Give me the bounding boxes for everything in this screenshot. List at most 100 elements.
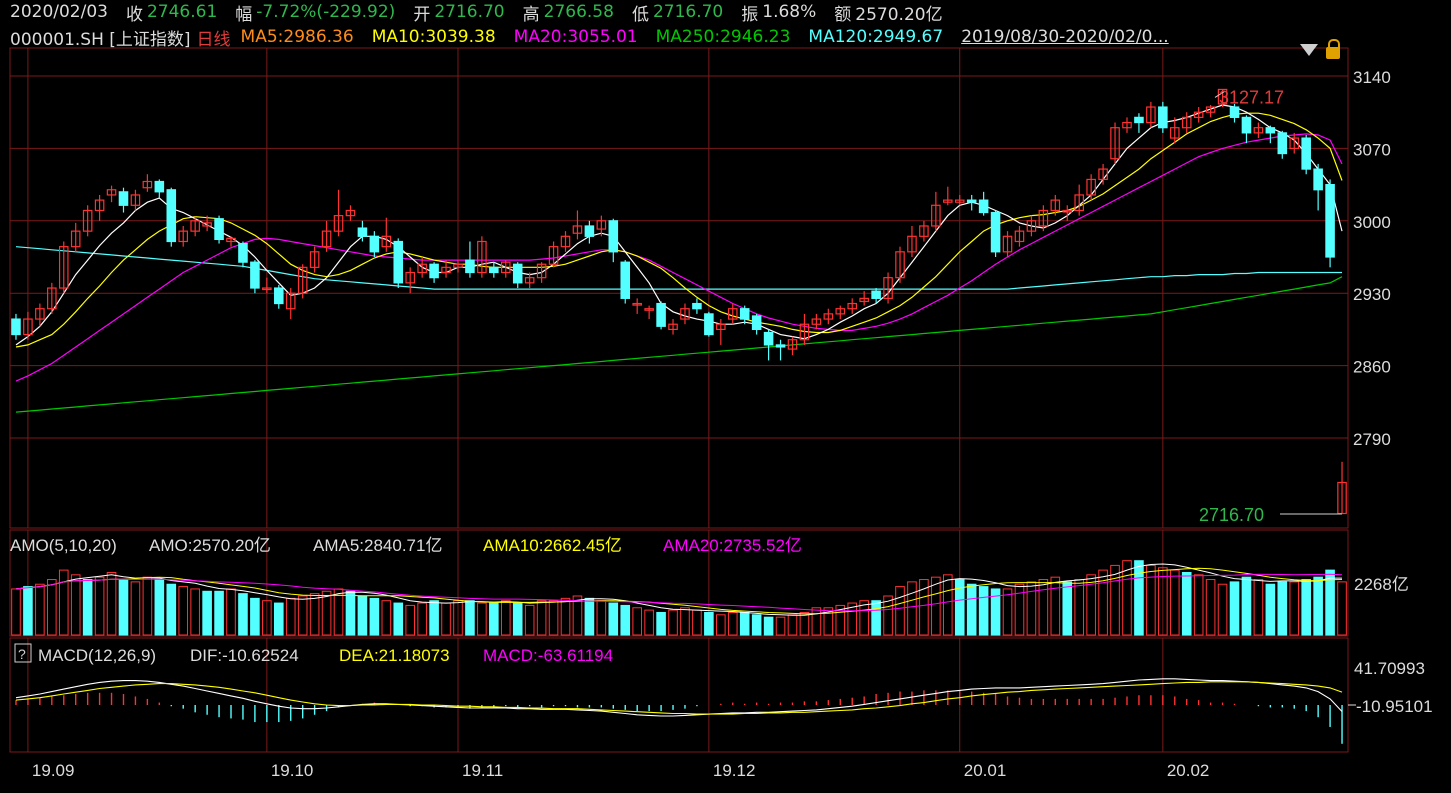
candle-body [166, 189, 177, 243]
amo-bar [202, 590, 212, 636]
macd-axis-bottom: -10.95101 [1356, 697, 1433, 716]
amo-title: AMO(5,10,20) [10, 536, 117, 555]
amo-bar [417, 602, 427, 636]
amo-bar [680, 607, 690, 636]
candle-body [763, 331, 774, 346]
amo-bar [309, 593, 320, 636]
candle-body [656, 302, 666, 327]
time-tick-label: 19.12 [713, 761, 756, 780]
candle-body [154, 180, 165, 193]
candle-body [1241, 116, 1252, 134]
amo-bar [345, 590, 356, 636]
amo-bar [1146, 564, 1156, 636]
amo-bar [369, 597, 380, 636]
amo-bar [106, 571, 117, 636]
amo-bar [142, 576, 153, 636]
amo-bar [1050, 576, 1061, 636]
amo-bar [751, 614, 762, 636]
amo-bar [1337, 581, 1347, 636]
amo-bar [1265, 583, 1276, 636]
amo-bar [1277, 581, 1288, 636]
candle-body [1313, 168, 1323, 191]
amo-bar [1241, 576, 1252, 636]
amo-bar [405, 604, 416, 636]
amo-bar [596, 600, 607, 636]
candle-body [1277, 132, 1288, 155]
amo-bar [166, 583, 177, 636]
amo-bar [966, 583, 977, 636]
ma250-line [15, 276, 1343, 413]
lock-shackle [1328, 39, 1340, 49]
amo-bar [620, 604, 631, 636]
amo-bar [1313, 576, 1323, 636]
candle-body [739, 308, 750, 320]
time-tick-label: 20.02 [1167, 761, 1210, 780]
macd-dif-value: DIF:-10.62524 [190, 646, 299, 665]
candle-body [1301, 137, 1311, 170]
amo-bar [895, 586, 905, 636]
amo-bar [1026, 581, 1037, 636]
macd-dea-value: DEA:21.18073 [339, 646, 450, 665]
candle-body [357, 227, 368, 237]
ama5-value: AMA5:2840.71亿 [313, 536, 442, 555]
candlestick-chart[interactable]: 3140 3070 3000 2930 2860 2790 19.09 19.10 19.11 1… [0, 0, 1451, 793]
amo-bar [1038, 579, 1049, 636]
candle-body [1134, 116, 1144, 124]
amo-bar [608, 602, 619, 636]
candle-body [751, 315, 762, 330]
amo-bar [357, 595, 368, 636]
candle-body [274, 287, 284, 305]
amo-bar [692, 609, 702, 636]
amo-bar [632, 607, 642, 636]
amo-bar [500, 600, 511, 636]
high-annotation: 3127.17 [1219, 87, 1284, 107]
amo-bar [429, 600, 439, 636]
amo-bar [82, 579, 93, 636]
amo-bar [477, 602, 487, 636]
amo-bar [465, 600, 475, 636]
amo-bar [47, 579, 57, 636]
amo-bar [58, 569, 69, 636]
candle-body [620, 261, 631, 299]
amo-bar [727, 611, 738, 636]
amo-bar [118, 579, 129, 636]
amo-bar [799, 611, 810, 636]
amo-bar [1205, 579, 1216, 636]
candle-body [238, 242, 248, 263]
amo-bar [787, 614, 798, 636]
dropdown-triangle-icon[interactable] [1300, 44, 1318, 56]
amo-bar [190, 588, 200, 636]
amo-value: AMO:2570.20亿 [149, 536, 271, 555]
candle-body [11, 318, 21, 336]
amo-bar [811, 607, 822, 636]
ama20-value: AMA20:2735.52亿 [663, 536, 802, 555]
candle-body [966, 199, 977, 203]
amo-bar [1134, 560, 1144, 636]
candle-body [512, 263, 523, 284]
amo-bar [23, 586, 33, 636]
amo-bar [524, 604, 535, 636]
amo-bar [536, 600, 547, 636]
candle-body [775, 344, 786, 348]
amo-bar [978, 586, 989, 636]
candle-body [393, 240, 404, 284]
amo-bar [584, 597, 595, 636]
candle-body [1229, 106, 1240, 118]
amo-bar [763, 616, 774, 636]
price-tick-label: 3000 [1353, 213, 1391, 232]
amo-bar [273, 602, 284, 636]
amo-bar [1014, 583, 1025, 636]
amo-bar [226, 588, 236, 636]
amo-bar [94, 576, 105, 636]
candle-body [118, 191, 129, 206]
time-tick-label: 19.09 [32, 761, 75, 780]
candle-body [978, 199, 989, 214]
amo-bar [1110, 564, 1120, 636]
candle-body [704, 313, 714, 336]
price-tick-label: 3070 [1353, 140, 1391, 159]
amo-bar [35, 583, 45, 636]
ama10-value: AMA10:2662.45亿 [483, 536, 622, 555]
amo-bar [548, 600, 559, 636]
candle-body [429, 263, 439, 279]
amo-bar [716, 614, 726, 636]
